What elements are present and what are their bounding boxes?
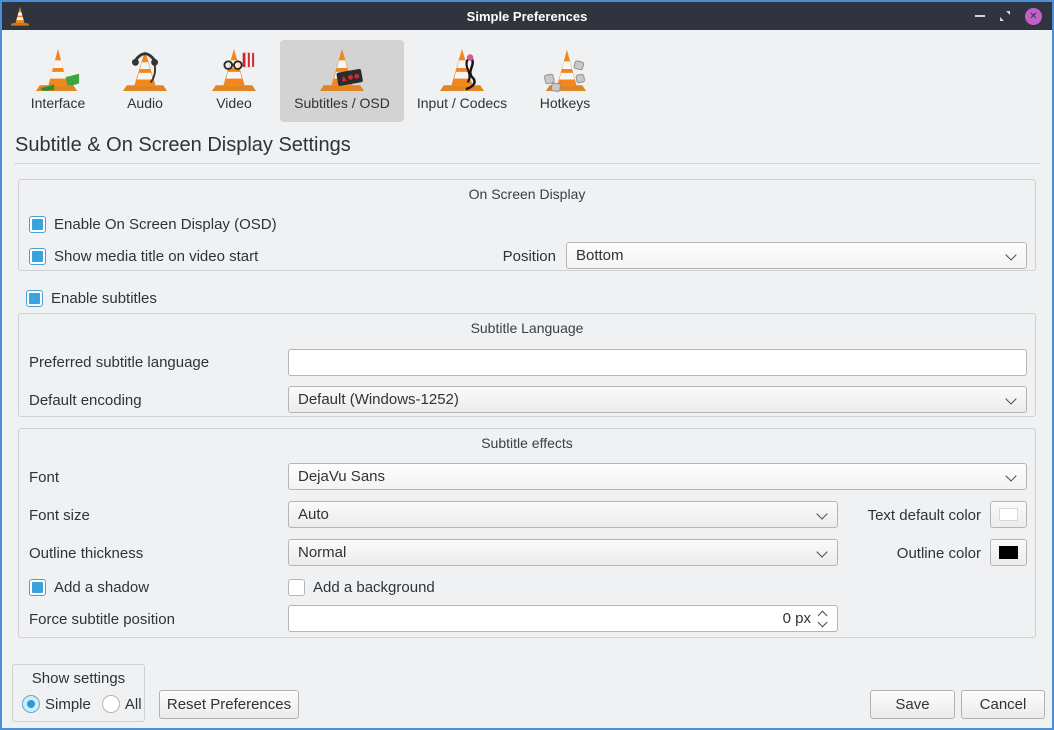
titlebar: Simple Preferences ✕ <box>2 2 1052 30</box>
enable-osd-label: Enable On Screen Display (OSD) <box>54 216 277 233</box>
radio-all-label: All <box>125 696 142 713</box>
tab-label: Hotkeys <box>540 95 591 111</box>
outline-thickness-select[interactable]: Normal <box>288 539 838 566</box>
force-position-label: Force subtitle position <box>29 611 175 628</box>
tab-interface[interactable]: Interface <box>16 40 100 122</box>
tab-label: Input / Codecs <box>417 95 507 111</box>
preferred-language-input[interactable] <box>288 349 1027 376</box>
close-icon[interactable]: ✕ <box>1025 8 1042 25</box>
font-size-select[interactable]: Auto <box>288 501 838 528</box>
outline-color-button[interactable] <box>990 539 1027 566</box>
preferences-window: Simple Preferences ✕ Interface <box>0 0 1054 730</box>
reset-preferences-button[interactable]: Reset Preferences <box>159 690 299 719</box>
position-select[interactable]: Bottom <box>566 242 1027 269</box>
font-size-label: Font size <box>29 507 90 524</box>
show-settings-group: Show settings Simple All <box>12 664 145 722</box>
subtitles-osd-icon <box>319 46 365 92</box>
text-color-swatch <box>999 508 1018 521</box>
chevron-down-icon <box>1005 393 1016 404</box>
radio-simple[interactable] <box>22 695 40 713</box>
video-icon <box>211 46 257 92</box>
tab-hotkeys[interactable]: Hotkeys <box>523 40 607 122</box>
font-label: Font <box>29 469 59 486</box>
add-background-label: Add a background <box>313 579 435 596</box>
enable-subtitles-label: Enable subtitles <box>51 290 157 307</box>
font-select[interactable]: DejaVu Sans <box>288 463 1027 490</box>
window-title: Simple Preferences <box>2 9 1052 24</box>
heading-divider <box>14 163 1040 164</box>
default-encoding-label: Default encoding <box>29 392 142 409</box>
chevron-down-icon <box>1005 249 1016 260</box>
chevron-down-icon <box>816 508 827 519</box>
font-value: DejaVu Sans <box>298 468 385 485</box>
default-encoding-select[interactable]: Default (Windows-1252) <box>288 386 1027 413</box>
subtitle-effects-group: Subtitle effects Font DejaVu Sans Font s… <box>18 428 1036 638</box>
chevron-down-icon <box>816 546 827 557</box>
subtitle-effects-title: Subtitle effects <box>19 435 1035 451</box>
radio-simple-label: Simple <box>45 696 91 713</box>
position-label: Position <box>503 248 556 265</box>
position-value: Bottom <box>576 247 624 264</box>
osd-group: On Screen Display Enable On Screen Displ… <box>18 179 1036 271</box>
subtitle-language-title: Subtitle Language <box>19 320 1035 336</box>
tab-label: Video <box>216 95 252 111</box>
enable-osd-checkbox[interactable] <box>29 216 46 233</box>
tab-input-codecs[interactable]: Input / Codecs <box>406 40 518 122</box>
page-title: Subtitle & On Screen Display Settings <box>15 134 351 157</box>
force-position-value: 0 px <box>783 610 811 627</box>
window-controls: ✕ <box>975 2 1042 30</box>
cancel-button[interactable]: Cancel <box>961 690 1045 719</box>
force-position-spinbox[interactable]: 0 px <box>288 605 838 632</box>
outline-color-label: Outline color <box>849 545 981 562</box>
add-shadow-checkbox[interactable] <box>29 579 46 596</box>
enable-subtitles-checkbox[interactable] <box>26 290 43 307</box>
tab-label: Interface <box>31 95 85 111</box>
tab-subtitles-osd[interactable]: Subtitles / OSD <box>280 40 404 122</box>
outline-thickness-value: Normal <box>298 544 346 561</box>
osd-group-title: On Screen Display <box>19 186 1035 202</box>
outline-color-swatch <box>999 546 1018 559</box>
audio-icon <box>122 46 168 92</box>
spinner-buttons <box>817 609 829 629</box>
tab-label: Subtitles / OSD <box>294 95 390 111</box>
text-default-color-button[interactable] <box>990 501 1027 528</box>
show-settings-options: Simple All <box>22 695 148 713</box>
add-shadow-label: Add a shadow <box>54 579 149 596</box>
enable-subtitles-row: Enable subtitles <box>26 288 157 308</box>
minimize-icon[interactable] <box>975 15 985 17</box>
tab-video[interactable]: Video <box>201 40 267 122</box>
text-default-color-label: Text default color <box>849 507 981 524</box>
maximize-icon[interactable] <box>999 10 1011 22</box>
add-background-checkbox[interactable] <box>288 579 305 596</box>
show-settings-title: Show settings <box>13 670 144 687</box>
subtitle-language-group: Subtitle Language Preferred subtitle lan… <box>18 313 1036 417</box>
input-codecs-icon <box>439 46 485 92</box>
show-media-title-label: Show media title on video start <box>54 248 258 265</box>
spin-down-icon[interactable] <box>818 618 828 628</box>
tab-label: Audio <box>127 95 163 111</box>
interface-icon <box>35 46 81 92</box>
restore-icon <box>999 10 1011 22</box>
default-encoding-value: Default (Windows-1252) <box>298 391 459 408</box>
preferred-language-label: Preferred subtitle language <box>29 354 209 371</box>
chevron-down-icon <box>1005 470 1016 481</box>
font-size-value: Auto <box>298 506 329 523</box>
show-media-title-checkbox[interactable] <box>29 248 46 265</box>
tab-audio[interactable]: Audio <box>112 40 178 122</box>
save-button[interactable]: Save <box>870 690 955 719</box>
hotkeys-icon <box>542 46 588 92</box>
radio-all[interactable] <box>102 695 120 713</box>
outline-thickness-label: Outline thickness <box>29 545 143 562</box>
